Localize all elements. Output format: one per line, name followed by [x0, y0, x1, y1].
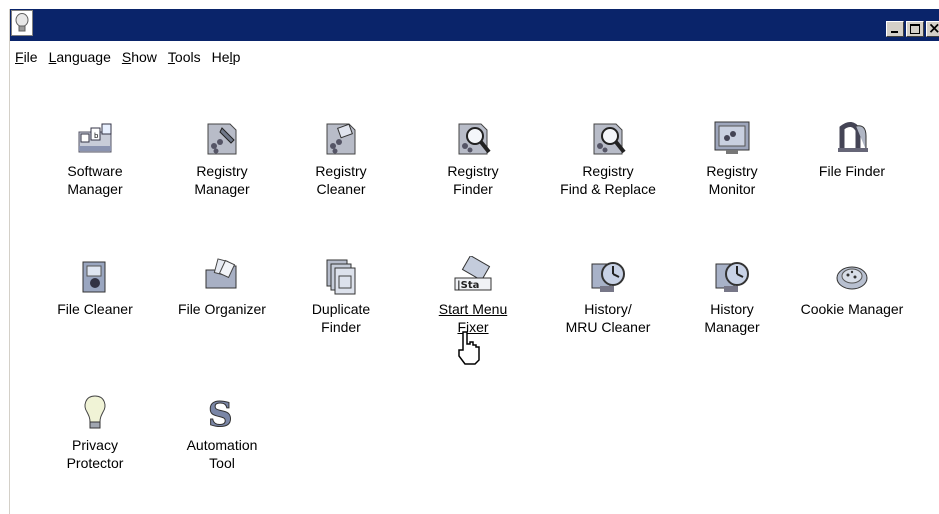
software-manager-icon: b — [78, 123, 112, 153]
cookie-manager-icon — [836, 266, 868, 290]
menu-tools[interactable]: Tools — [165, 49, 207, 65]
tool-registry-find-replace[interactable]: Registry Find & Replace — [538, 118, 678, 198]
file-cleaner-icon — [82, 261, 106, 293]
tool-registry-cleaner[interactable]: Registry Cleaner — [271, 118, 411, 198]
tool-start-menu-fixer[interactable]: |Sta Start Menu Fixer — [403, 256, 543, 336]
tool-duplicate-finder[interactable]: Duplicate Finder — [271, 256, 411, 336]
title-bar[interactable] — [10, 9, 939, 41]
menu-language[interactable]: Language — [46, 49, 117, 65]
tool-registry-finder[interactable]: Registry Finder — [403, 118, 543, 198]
menu-bar: File Language Show Tools Help — [10, 43, 939, 71]
minimize-button[interactable] — [886, 21, 904, 37]
history-mru-cleaner-icon — [591, 262, 625, 292]
hand-cursor-icon — [458, 331, 480, 365]
registry-find-replace-icon — [593, 123, 626, 155]
file-finder-icon — [838, 122, 868, 152]
tool-automation-tool[interactable]: S Automation Tool — [152, 392, 292, 472]
svg-text:S: S — [208, 395, 233, 432]
tool-software-manager[interactable]: b Software Manager — [25, 118, 165, 198]
tool-privacy-protector[interactable]: Privacy Protector — [25, 392, 165, 472]
tool-registry-monitor[interactable]: Registry Monitor — [662, 118, 802, 198]
file-organizer-icon — [205, 258, 237, 289]
privacy-protector-icon — [84, 395, 106, 429]
registry-finder-icon — [458, 123, 491, 155]
tool-history-mru-cleaner[interactable]: History/MRU Cleaner — [538, 256, 678, 336]
svg-text:b: b — [94, 132, 99, 140]
history-manager-icon — [715, 262, 749, 292]
registry-cleaner-icon — [326, 123, 356, 155]
duplicate-finder-icon — [326, 259, 356, 295]
tool-history-manager[interactable]: History Manager — [662, 256, 802, 336]
menu-show[interactable]: Show — [119, 49, 163, 65]
menu-help[interactable]: Help — [209, 49, 247, 65]
app-icon[interactable] — [11, 10, 33, 36]
maximize-button[interactable] — [906, 21, 924, 37]
tool-file-finder[interactable]: File Finder — [782, 118, 922, 180]
tool-cookie-manager[interactable]: Cookie Manager — [782, 256, 922, 318]
tool-file-cleaner[interactable]: File Cleaner — [25, 256, 165, 318]
automation-tool-icon: S — [208, 395, 234, 433]
registry-monitor-icon — [714, 121, 750, 154]
registry-manager-icon — [207, 123, 237, 155]
svg-text:|Sta: |Sta — [457, 280, 479, 291]
menu-file[interactable]: File — [12, 49, 44, 65]
close-button[interactable] — [926, 19, 939, 37]
start-menu-fixer-icon: |Sta — [454, 256, 492, 291]
